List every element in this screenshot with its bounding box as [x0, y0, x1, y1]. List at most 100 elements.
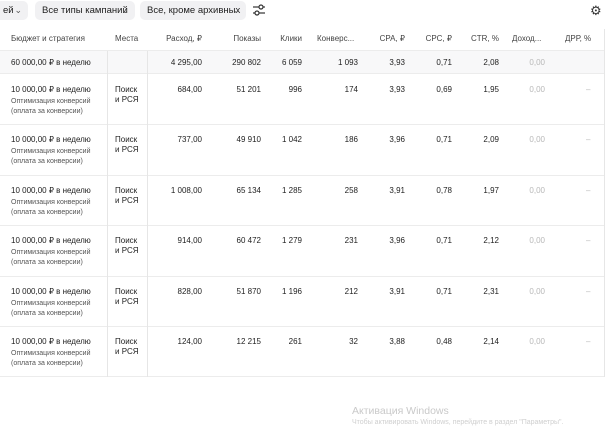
row-cpc: 0,71: [436, 286, 452, 296]
total-cpa: 3,93: [389, 58, 405, 67]
row-places-network: и РСЯ: [115, 246, 139, 256]
column-header-ctr[interactable]: CTR, %: [460, 29, 499, 48]
row-budget: 10 000,00 ₽ в неделю: [11, 85, 91, 94]
total-budget: 60 000,00 ₽ в неделю: [11, 58, 91, 67]
row-ctr: 2,31: [483, 286, 499, 296]
column-header-spend[interactable]: Расход, ₽: [150, 29, 202, 48]
column-header-places[interactable]: Места: [115, 29, 138, 48]
column-separator: [604, 29, 605, 377]
row-impressions: 51 201: [236, 85, 261, 94]
row-strategy-payment: (оплата за конверсии): [11, 108, 83, 115]
row-cpc: 0,69: [436, 85, 452, 94]
row-conversions: 186: [344, 135, 358, 145]
column-header-impressions[interactable]: Показы: [210, 29, 261, 48]
column-header-income[interactable]: Доход...: [512, 29, 541, 48]
row-ctr: 2,14: [483, 337, 499, 346]
column-header-drr[interactable]: ДРР, %: [565, 29, 591, 48]
row-places: Поиск: [115, 286, 138, 296]
row-clicks: 1 279: [281, 236, 302, 246]
row-divider: [0, 326, 605, 327]
row-income: 0,00: [529, 236, 545, 246]
row-budget: 10 000,00 ₽ в неделю: [11, 135, 91, 145]
row-places: Поиск: [115, 337, 138, 346]
row-income: 0,00: [529, 286, 545, 296]
row-income: 0,00: [529, 337, 545, 346]
toolbar: ей ⌄ Все типы кампаний ⌄ Все, кроме архи…: [0, 0, 615, 24]
row-divider: [0, 124, 605, 126]
row-places-network: и РСЯ: [115, 145, 139, 155]
row-impressions: 65 134: [236, 185, 261, 195]
column-header-cpa[interactable]: CPA, ₽: [362, 29, 405, 48]
row-clicks: 1 196: [281, 286, 302, 296]
row-spend: 1 008,00: [170, 185, 202, 195]
row-impressions: 51 870: [236, 286, 261, 296]
row-cpc: 0,78: [436, 185, 452, 195]
column-header-clicks[interactable]: Клики: [265, 29, 302, 48]
row-cpa: 3,96: [389, 135, 405, 145]
total-income: 0,00: [529, 58, 545, 67]
row-places: Поиск: [115, 236, 138, 246]
row-strategy: Оптимизация конверсий: [11, 198, 91, 206]
row-cpa: 3,91: [389, 286, 405, 296]
chevron-down-icon: ⌄: [232, 5, 240, 15]
filter-dropdown-1[interactable]: ей ⌄: [0, 1, 28, 20]
row-places-network: и РСЯ: [115, 195, 139, 205]
campaign-type-label: Все типы кампаний: [42, 5, 128, 16]
row-strategy-payment: (оплата за конверсии): [11, 309, 83, 317]
row-budget: 10 000,00 ₽ в неделю: [11, 185, 91, 195]
row-drr: –: [586, 135, 591, 145]
column-header-conversions[interactable]: Конверс...: [317, 29, 354, 48]
filter-settings-icon[interactable]: [252, 4, 266, 16]
row-strategy-payment: (оплата за конверсии): [11, 259, 83, 267]
row-clicks: 1 042: [281, 135, 302, 145]
row-conversions: 174: [344, 85, 358, 94]
row-ctr: 2,09: [483, 135, 499, 145]
row-divider: [0, 174, 605, 176]
row-cpc: 0,48: [436, 337, 452, 346]
row-strategy-payment: (оплата за конверсии): [11, 208, 83, 216]
row-conversions: 32: [349, 337, 358, 346]
row-drr: –: [586, 185, 591, 195]
row-ctr: 1,97: [483, 185, 499, 195]
row-divider: [0, 376, 605, 378]
campaign-type-dropdown[interactable]: Все типы кампаний ⌄: [35, 1, 135, 20]
row-strategy-payment: (оплата за конверсии): [11, 158, 83, 166]
row-drr: –: [586, 286, 591, 296]
chevron-down-icon: ⌄: [121, 5, 129, 15]
row-drr: –: [586, 85, 591, 94]
column-separator: [147, 51, 148, 377]
row-cpa: 3,93: [389, 85, 405, 94]
total-clicks: 6 059: [281, 58, 302, 67]
row-budget: 10 000,00 ₽ в неделю: [11, 337, 91, 346]
row-impressions: 12 215: [236, 337, 261, 346]
gear-icon[interactable]: ⚙: [590, 3, 602, 19]
row-strategy: Оптимизация конверсий: [11, 350, 91, 357]
row-cpa: 3,88: [389, 337, 405, 346]
row-drr: –: [586, 236, 591, 246]
column-separator: [107, 51, 108, 377]
total-cpc: 0,71: [436, 58, 452, 67]
row-conversions: 258: [344, 185, 358, 195]
row-conversions: 212: [344, 286, 358, 296]
filter-dropdown-1-label: ей: [3, 5, 14, 16]
row-conversions: 231: [344, 236, 358, 246]
total-spend: 4 295,00: [170, 58, 202, 67]
row-places: Поиск: [115, 135, 138, 145]
row-spend: 828,00: [177, 286, 202, 296]
row-impressions: 60 472: [236, 236, 261, 246]
chevron-down-icon: ⌄: [14, 5, 22, 15]
row-clicks: 1 285: [281, 185, 302, 195]
row-strategy: Оптимизация конверсий: [11, 299, 91, 307]
row-spend: 684,00: [177, 85, 202, 94]
row-drr: –: [586, 337, 591, 346]
row-places-network: и РСЯ: [115, 95, 139, 104]
windows-activation-subtitle: Чтобы активировать Windows, перейдите в …: [352, 419, 564, 426]
row-clicks: 996: [288, 85, 302, 94]
column-header-cpc[interactable]: CPC, ₽: [412, 29, 452, 48]
status-dropdown[interactable]: Все, кроме архивных ⌄: [140, 1, 246, 20]
row-places: Поиск: [115, 185, 138, 195]
column-header-budget[interactable]: Бюджет и стратегия: [11, 29, 85, 48]
row-budget: 10 000,00 ₽ в неделю: [11, 286, 91, 296]
row-strategy: Оптимизация конверсий: [11, 249, 91, 257]
row-clicks: 261: [288, 337, 302, 346]
